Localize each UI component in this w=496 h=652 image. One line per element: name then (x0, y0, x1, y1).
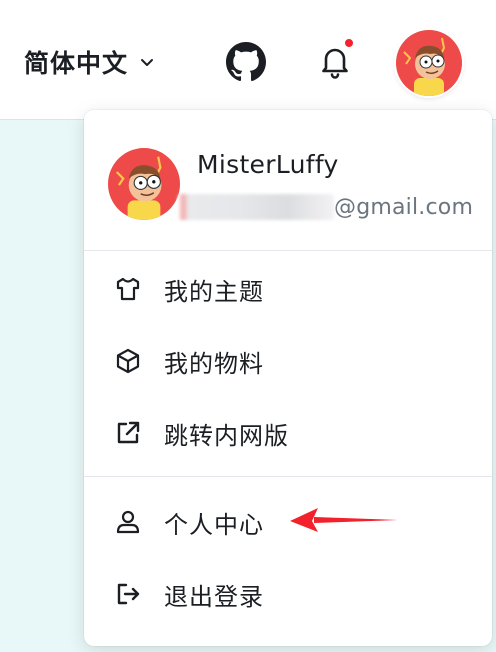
shirt-icon (114, 275, 142, 303)
menu-item-my-materials[interactable]: 我的物料 (84, 325, 492, 397)
notification-badge (344, 38, 354, 48)
chevron-down-icon (141, 59, 154, 66)
divider (84, 250, 492, 251)
menu-item-label: 我的物料 (164, 349, 264, 378)
logout-icon (114, 580, 142, 608)
red-arrow-icon (290, 508, 398, 532)
redacted-email-prefix (178, 194, 334, 220)
menu-item-label: 跳转内网版 (164, 421, 289, 450)
menu-item-intranet[interactable]: 跳转内网版 (84, 397, 492, 469)
avatar-image (396, 30, 462, 96)
user-name: MisterLuffy (197, 150, 339, 179)
avatar[interactable] (396, 30, 462, 96)
avatar (108, 148, 180, 220)
language-label: 简体中文 (24, 49, 129, 78)
user-info: MisterLuffy @gmail.com (84, 110, 492, 250)
external-link-icon (114, 419, 142, 447)
menu-item-label: 个人中心 (164, 510, 264, 539)
user-icon (114, 508, 142, 536)
menu-item-label: 退出登录 (164, 582, 264, 611)
email-suffix: @gmail.com (334, 194, 474, 220)
github-icon[interactable] (226, 42, 266, 82)
user-dropdown-menu: MisterLuffy @gmail.com 我的主题 我的物料 跳转内网版 个… (84, 110, 492, 646)
avatar-image (108, 148, 180, 220)
cube-icon (114, 347, 142, 375)
top-bar: 简体中文 (0, 0, 496, 120)
menu-item-my-themes[interactable]: 我的主题 (84, 253, 492, 325)
divider (84, 476, 492, 477)
user-email: @gmail.com (178, 190, 473, 224)
language-selector[interactable]: 简体中文 (24, 42, 156, 82)
menu-item-logout[interactable]: 退出登录 (84, 558, 492, 630)
menu-item-label: 我的主题 (164, 277, 264, 306)
